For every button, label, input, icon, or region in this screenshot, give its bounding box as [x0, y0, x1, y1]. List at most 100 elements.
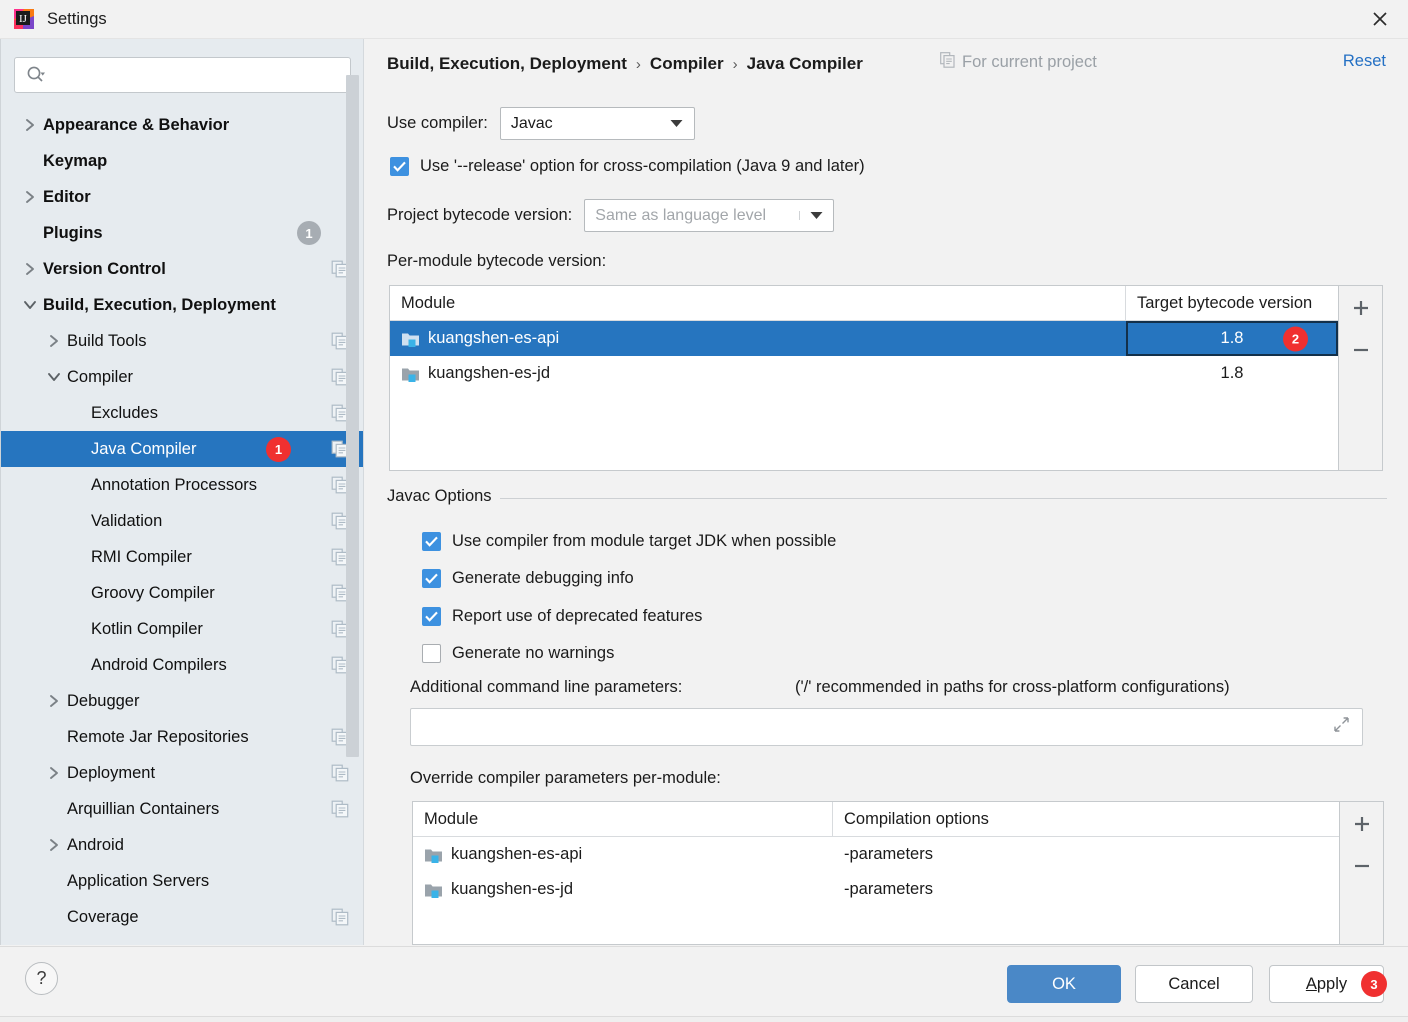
- additional-params-input[interactable]: [410, 708, 1363, 746]
- sidebar-item-annotation-processors[interactable]: Annotation Processors: [1, 467, 364, 503]
- override-params-table[interactable]: Module Compilation options kuangshen-es-…: [412, 801, 1340, 945]
- chevron-right-icon[interactable]: [41, 694, 67, 708]
- column-header-target-bytecode-version: Target bytecode version: [1126, 286, 1338, 320]
- copy-settings-icon[interactable]: [331, 908, 349, 926]
- chevron-right-icon[interactable]: [41, 838, 67, 852]
- sidebar-item-label: Build Tools: [67, 332, 325, 351]
- window-title: Settings: [47, 10, 107, 29]
- cell-target-bytecode-version[interactable]: 1.82: [1126, 321, 1338, 356]
- option-row-report-deprecated[interactable]: Report use of deprecated features: [422, 607, 702, 626]
- ok-button[interactable]: OK: [1007, 965, 1121, 1003]
- chevron-right-icon[interactable]: [17, 118, 43, 132]
- sidebar-item-label: Debugger: [67, 692, 331, 711]
- option-checkbox[interactable]: [422, 569, 441, 588]
- group-divider: [387, 498, 1387, 499]
- settings-sidebar: Appearance & Behavior Keymap Editor Plugins…: [0, 39, 364, 945]
- module-name: kuangshen-es-api: [451, 845, 582, 864]
- sidebar-item-java-compiler[interactable]: Java Compiler1: [1, 431, 364, 467]
- sidebar-scrollbar[interactable]: [346, 39, 359, 877]
- chevron-down-icon[interactable]: [41, 371, 67, 383]
- table-row[interactable]: kuangshen-es-api -parameters: [413, 837, 1339, 872]
- sidebar-item-label: Excludes: [91, 404, 325, 423]
- option-checkbox[interactable]: [422, 532, 441, 551]
- cancel-button[interactable]: Cancel: [1135, 965, 1253, 1003]
- sidebar-item-remote-jar-repositories[interactable]: Remote Jar Repositories: [1, 719, 364, 755]
- intellij-logo-icon: IJ: [13, 8, 35, 30]
- sidebar-item-compiler[interactable]: Compiler: [1, 359, 364, 395]
- sidebar-scrollbar-thumb[interactable]: [346, 75, 359, 757]
- cell-compilation-options[interactable]: -parameters: [833, 872, 1339, 907]
- cell-compilation-options[interactable]: -parameters: [833, 837, 1339, 872]
- option-checkbox[interactable]: [422, 607, 441, 626]
- sidebar-item-application-servers[interactable]: Application Servers: [1, 863, 364, 899]
- chevron-right-icon[interactable]: [41, 334, 67, 348]
- option-label: Report use of deprecated features: [452, 607, 702, 626]
- use-release-option-checkbox[interactable]: [390, 157, 409, 176]
- close-icon[interactable]: [1352, 0, 1408, 38]
- minus-icon[interactable]: [1347, 336, 1375, 364]
- apply-button[interactable]: Apply 3: [1269, 965, 1384, 1003]
- use-compiler-select[interactable]: Javac: [500, 107, 695, 140]
- sidebar-item-label: Editor: [43, 188, 331, 207]
- sidebar-item-coverage[interactable]: Coverage: [1, 899, 364, 935]
- plus-icon[interactable]: [1348, 810, 1376, 838]
- chevron-down-icon: [660, 119, 694, 128]
- use-release-option-row[interactable]: Use '--release' option for cross-compila…: [390, 157, 865, 176]
- sidebar-item-validation[interactable]: Validation: [1, 503, 364, 539]
- sidebar-item-build-tools[interactable]: Build Tools: [1, 323, 364, 359]
- sidebar-item-label: Compiler: [67, 368, 325, 387]
- sidebar-item-editor[interactable]: Editor: [1, 179, 364, 215]
- sidebar-item-keymap[interactable]: Keymap: [1, 143, 364, 179]
- sidebar-item-android-compilers[interactable]: Android Compilers: [1, 647, 364, 683]
- sidebar-item-debugger[interactable]: Debugger: [1, 683, 364, 719]
- cell-target-bytecode-version[interactable]: 1.8: [1126, 356, 1338, 391]
- sidebar-item-excludes[interactable]: Excludes: [1, 395, 364, 431]
- override-params-label: Override compiler parameters per-module:: [410, 769, 721, 788]
- help-button[interactable]: ?: [25, 962, 58, 995]
- sidebar-item-appearance-behavior[interactable]: Appearance & Behavior: [1, 107, 364, 143]
- breadcrumb-item-1[interactable]: Compiler: [650, 54, 724, 74]
- plus-icon[interactable]: [1347, 294, 1375, 322]
- sidebar-item-label: RMI Compiler: [91, 548, 325, 567]
- table-row[interactable]: kuangshen-es-jd-parameters: [413, 872, 1339, 907]
- per-module-bytecode-toolbar: [1339, 285, 1383, 471]
- chevron-down-icon[interactable]: [799, 211, 833, 220]
- expand-editor-icon[interactable]: [1333, 716, 1350, 738]
- option-row-use-compiler-from-module-jdk[interactable]: Use compiler from module target JDK when…: [422, 532, 836, 551]
- sidebar-item-rmi-compiler[interactable]: RMI Compiler: [1, 539, 364, 575]
- breadcrumb-separator: ›: [636, 56, 641, 73]
- sidebar-item-plugins[interactable]: Plugins1: [1, 215, 364, 251]
- search-input[interactable]: [14, 57, 351, 93]
- sidebar-item-badge: 1: [297, 221, 321, 245]
- chevron-down-icon[interactable]: [17, 299, 43, 311]
- sidebar-item-deployment[interactable]: Deployment: [1, 755, 364, 791]
- chevron-right-icon[interactable]: [17, 262, 43, 276]
- sidebar-item-build-execution-deployment[interactable]: Build, Execution, Deployment: [1, 287, 364, 323]
- project-bytecode-value[interactable]: Same as language level: [585, 207, 799, 225]
- option-checkbox[interactable]: [422, 644, 441, 663]
- sidebar-item-kotlin-compiler[interactable]: Kotlin Compiler: [1, 611, 364, 647]
- sidebar-item-label: Appearance & Behavior: [43, 116, 331, 135]
- breadcrumb-item-0[interactable]: Build, Execution, Deployment: [387, 54, 627, 74]
- sidebar-item-label: Android: [67, 836, 331, 855]
- chevron-right-icon[interactable]: [41, 766, 67, 780]
- sidebar-item-arquillian-containers[interactable]: Arquillian Containers: [1, 791, 364, 827]
- minus-icon[interactable]: [1348, 852, 1376, 880]
- per-module-bytecode-table[interactable]: Module Target bytecode version kuangshen…: [389, 285, 1339, 471]
- chevron-right-icon[interactable]: [17, 190, 43, 204]
- table-row[interactable]: kuangshen-es-jd1.8: [390, 356, 1338, 391]
- sidebar-item-groovy-compiler[interactable]: Groovy Compiler: [1, 575, 364, 611]
- table-row[interactable]: kuangshen-es-api1.82: [390, 321, 1338, 356]
- project-bytecode-select[interactable]: Same as language level: [584, 199, 834, 232]
- sidebar-item-version-control[interactable]: Version Control: [1, 251, 364, 287]
- sidebar-item-label: Android Compilers: [91, 656, 325, 675]
- breadcrumb-item-2: Java Compiler: [747, 54, 863, 74]
- sidebar-item-badge: 1: [266, 437, 291, 462]
- apply-button-label: Apply: [1306, 975, 1347, 994]
- search-field-wrapper[interactable]: [14, 57, 351, 93]
- option-row-generate-debugging-info[interactable]: Generate debugging info: [422, 569, 634, 588]
- sidebar-item-android[interactable]: Android: [1, 827, 364, 863]
- window-title-bar: IJ Settings: [0, 0, 1408, 39]
- reset-link[interactable]: Reset: [1343, 52, 1386, 71]
- option-row-generate-no-warnings[interactable]: Generate no warnings: [422, 644, 614, 663]
